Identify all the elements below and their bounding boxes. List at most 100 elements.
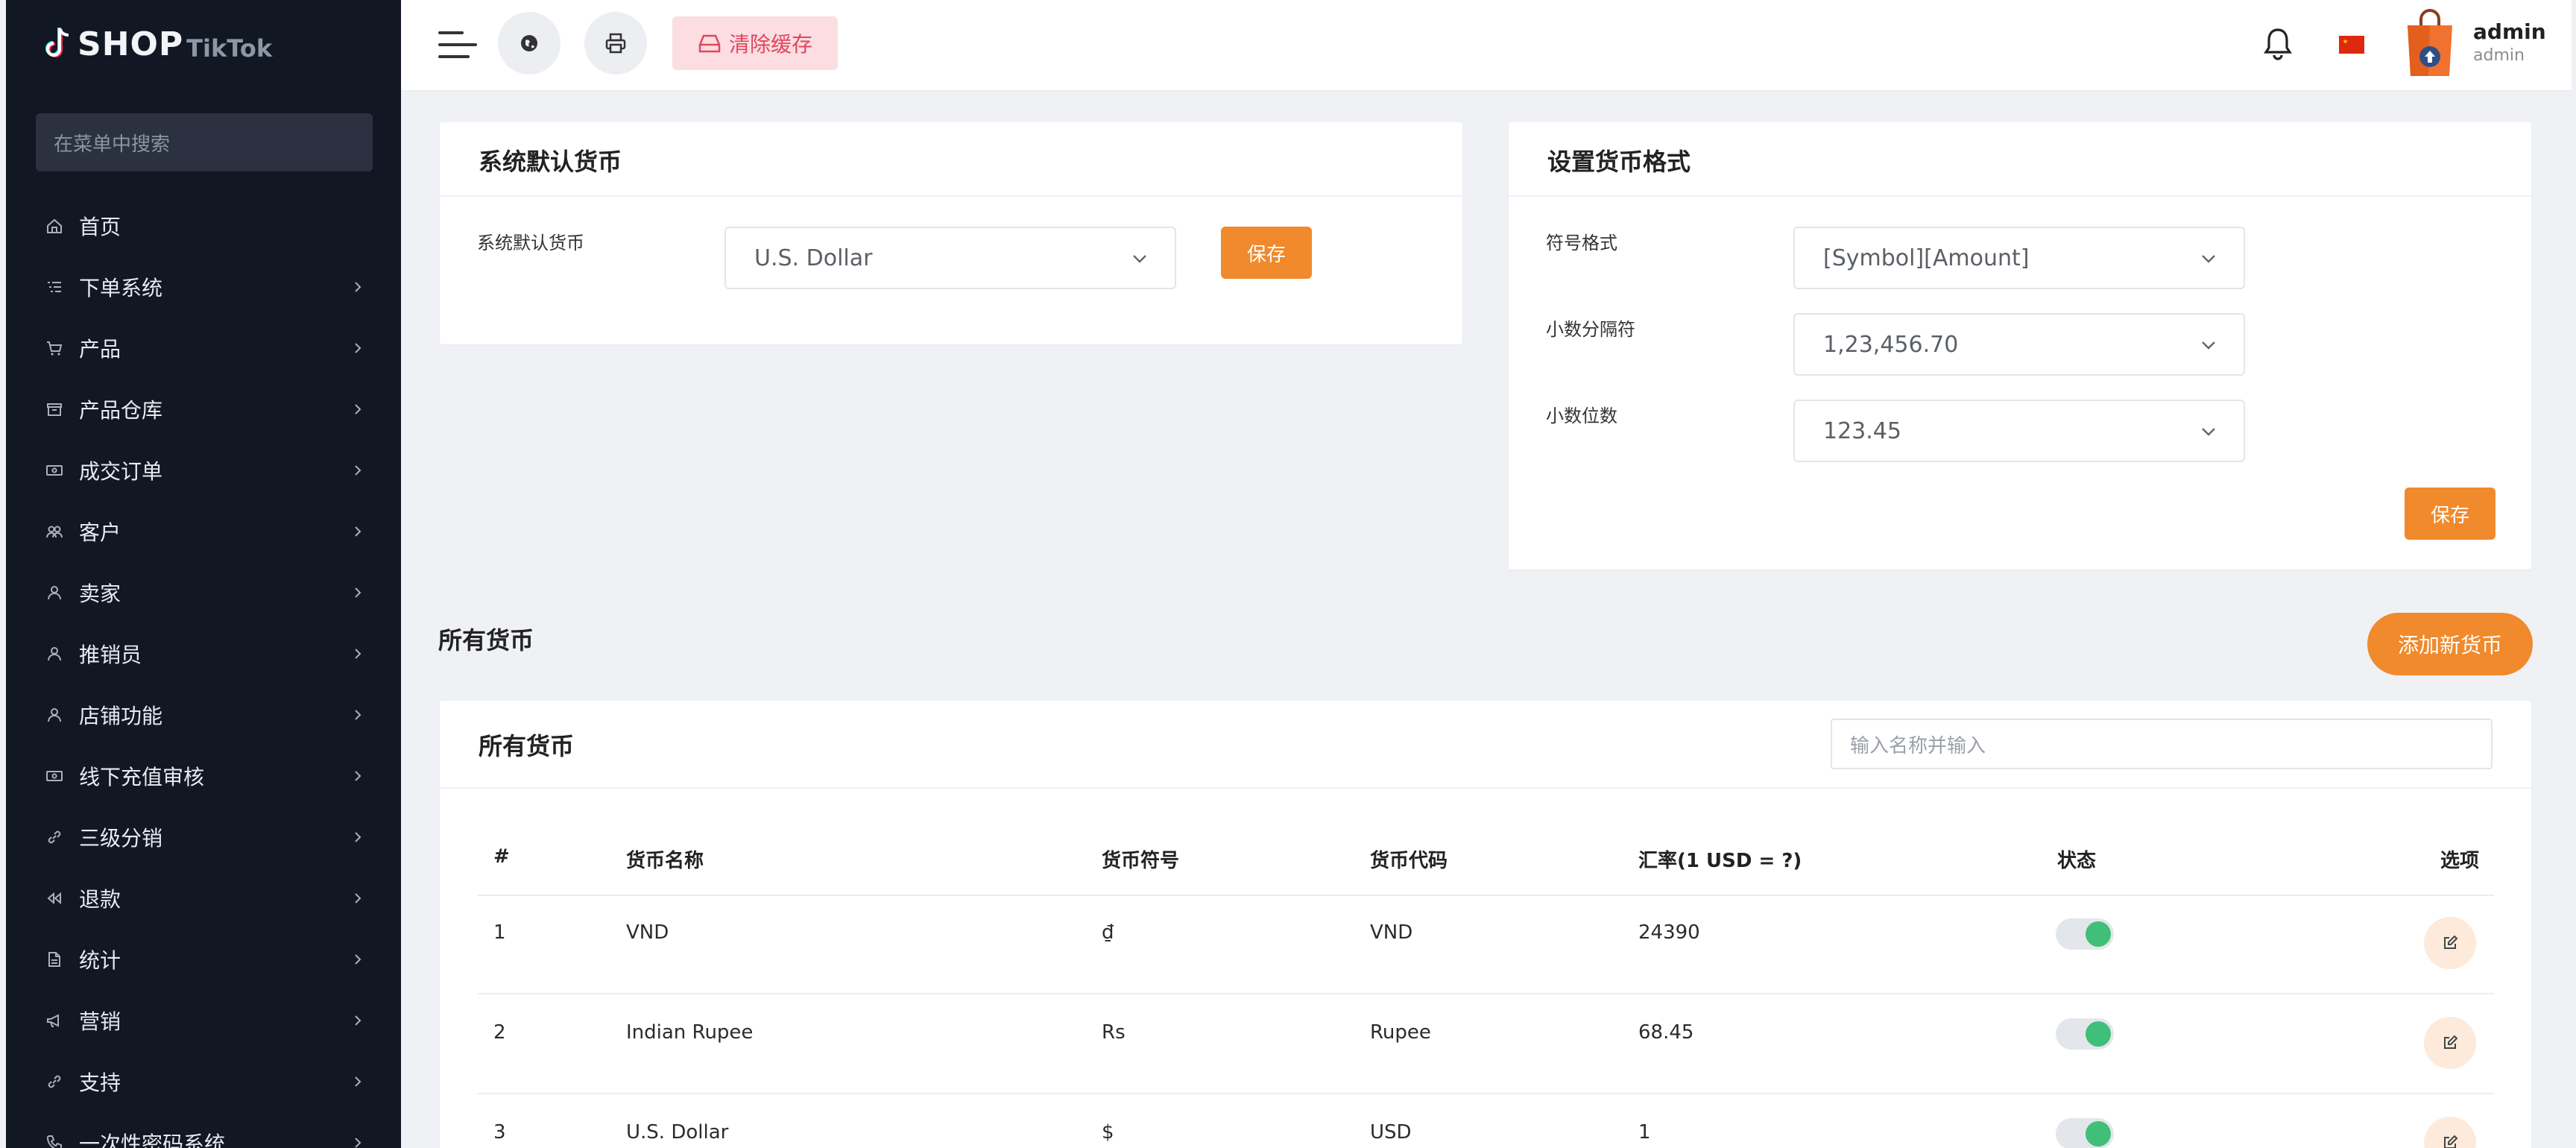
- cell-symbol: $: [1102, 1121, 1114, 1144]
- chevron-right-icon: [355, 832, 362, 842]
- currency-table-card: 所有货币 输入名称并输入: [440, 701, 2531, 1148]
- user-name[interactable]: admin: [2473, 19, 2546, 44]
- sidebar-item-label: 支持: [79, 1070, 121, 1095]
- card-title: 所有货币: [479, 732, 575, 760]
- menu-toggle-icon[interactable]: [438, 28, 477, 61]
- sidebar-item[interactable]: 统计: [6, 929, 401, 990]
- language-flag-icon[interactable]: [2339, 36, 2364, 54]
- chevron-right-icon: [355, 587, 362, 598]
- chevron-down-icon: [2202, 428, 2215, 436]
- row-divider: [477, 993, 2494, 994]
- user-icon: [43, 581, 66, 604]
- card-title: 设置货币格式: [1547, 148, 1691, 176]
- sidebar-item-label: 统计: [79, 948, 121, 973]
- list-icon: [43, 276, 66, 298]
- symbol-format-label: 符号格式: [1546, 233, 1617, 253]
- sidebar-item-label: 推销员: [79, 643, 142, 667]
- add-currency-button[interactable]: 添加新货币: [2367, 613, 2533, 675]
- money-icon: [43, 765, 66, 787]
- edit-button[interactable]: [2424, 1017, 2476, 1069]
- cell-symbol: Rs: [1102, 1021, 1126, 1044]
- chevron-right-icon: [355, 649, 362, 659]
- print-button[interactable]: [584, 12, 647, 75]
- sidebar-item-label: 卖家: [79, 581, 121, 606]
- decimal-places-value: 123.45: [1823, 417, 1901, 444]
- clear-cache-button[interactable]: 清除缓存: [672, 16, 838, 70]
- column-header: 汇率(1 USD = ?): [1638, 850, 1802, 872]
- save-default-currency-button[interactable]: 保存: [1221, 227, 1312, 279]
- sidebar-item-label: 客户: [79, 520, 121, 545]
- sidebar-item-label: 店铺功能: [79, 704, 163, 728]
- cell-name: Indian Rupee: [626, 1021, 754, 1044]
- sidebar-item-label: 首页: [79, 215, 121, 239]
- chevron-right-icon: [355, 282, 362, 292]
- save-format-button[interactable]: 保存: [2405, 488, 2496, 540]
- globe-icon: [521, 35, 537, 51]
- topbar: 清除缓存 admin admin: [401, 0, 2572, 91]
- symbol-format-select[interactable]: [Symbol][Amount]: [1793, 227, 2245, 289]
- sidebar-item[interactable]: 线下充值审核: [6, 745, 401, 807]
- default-currency-value: U.S. Dollar: [754, 245, 873, 271]
- warehouse-icon: [43, 398, 66, 420]
- sidebar-item[interactable]: 支持: [6, 1051, 401, 1112]
- cell-rate: 68.45: [1638, 1021, 1694, 1044]
- money-icon: [43, 459, 66, 482]
- logo[interactable]: SHOP TikTok: [42, 18, 272, 70]
- chevron-right-icon: [355, 771, 362, 781]
- user-icon: [43, 704, 66, 726]
- chevron-right-icon: [355, 893, 362, 903]
- sidebar-item-label: 退款: [79, 887, 121, 912]
- divider: [440, 195, 1462, 197]
- chevron-right-icon: [355, 526, 362, 537]
- link-icon: [43, 1070, 66, 1093]
- chevron-right-icon: [355, 1138, 362, 1148]
- user-icon: [43, 643, 66, 665]
- hard-drive-icon: [698, 34, 721, 53]
- edit-icon: [2444, 935, 2458, 949]
- cell-symbol: ₫: [1102, 921, 1114, 944]
- status-toggle[interactable]: [2056, 1118, 2114, 1148]
- decimal-separator-select[interactable]: 1,23,456.70: [1793, 313, 2245, 376]
- chevron-right-icon: [355, 465, 362, 476]
- sidebar-item[interactable]: 产品: [6, 318, 401, 379]
- menu-search-input[interactable]: 在菜单中搜索: [36, 113, 373, 171]
- default-currency-label: 系统默认货币: [477, 233, 584, 253]
- section-title: 所有货币: [438, 626, 534, 655]
- sidebar-item[interactable]: 店铺功能: [6, 684, 401, 745]
- sidebar-item[interactable]: 成交订单: [6, 440, 401, 501]
- default-currency-select[interactable]: U.S. Dollar: [724, 227, 1176, 289]
- sidebar-item[interactable]: 营销: [6, 990, 401, 1051]
- sidebar-item[interactable]: 三级分销: [6, 807, 401, 868]
- logo-subtext: TikTok: [186, 34, 273, 63]
- cell-code: Rupee: [1370, 1021, 1431, 1044]
- notification-bell-icon[interactable]: [2261, 25, 2294, 63]
- status-toggle[interactable]: [2056, 918, 2114, 950]
- backward-icon: [43, 887, 66, 909]
- sidebar-item[interactable]: 卖家: [6, 562, 401, 623]
- divider: [440, 787, 2531, 789]
- sidebar-item[interactable]: 退款: [6, 868, 401, 929]
- sidebar-item[interactable]: 首页: [6, 195, 401, 256]
- sidebar-item[interactable]: 一次性密码系统: [6, 1112, 401, 1148]
- header-divider: [477, 895, 2494, 896]
- user-role: admin: [2473, 46, 2525, 65]
- decimal-places-label: 小数位数: [1546, 406, 1617, 426]
- cell-rate: 1: [1638, 1121, 1651, 1144]
- row-divider: [477, 1093, 2494, 1094]
- sidebar-item[interactable]: 推销员: [6, 623, 401, 684]
- chevron-down-icon: [2202, 255, 2215, 263]
- chevron-right-icon: [355, 710, 362, 720]
- sidebar-item[interactable]: 产品仓库: [6, 379, 401, 440]
- currency-format-card: 设置货币格式 符号格式 [Symbol][Amount] 小数分隔符 1,23,…: [1509, 122, 2531, 570]
- avatar[interactable]: [2403, 7, 2457, 79]
- edit-button[interactable]: [2424, 917, 2476, 969]
- sidebar-item[interactable]: 客户: [6, 501, 401, 562]
- sidebar-item[interactable]: 下单系统: [6, 256, 401, 318]
- website-button[interactable]: [498, 12, 561, 75]
- column-header: 货币名称: [626, 850, 704, 872]
- currency-search-input[interactable]: 输入名称并输入: [1831, 719, 2493, 769]
- home-icon: [43, 215, 66, 237]
- decimal-places-select[interactable]: 123.45: [1793, 400, 2245, 462]
- cell-name: U.S. Dollar: [626, 1121, 729, 1144]
- status-toggle[interactable]: [2056, 1018, 2114, 1050]
